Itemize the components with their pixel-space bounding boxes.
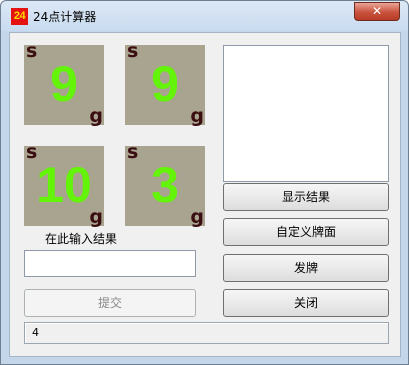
card-4: s 3 g xyxy=(125,141,205,228)
window-title: 24点计算器 xyxy=(33,10,97,24)
card-corner: g xyxy=(89,105,103,127)
deal-button[interactable]: 发牌 xyxy=(223,254,389,282)
card-corner: g xyxy=(89,206,103,228)
show-result-button[interactable]: 显示结果 xyxy=(223,183,389,211)
card-rank: 9 xyxy=(151,56,179,112)
status-text: 4 xyxy=(32,326,39,339)
submit-button[interactable]: 提交 xyxy=(24,289,196,317)
custom-cards-button[interactable]: 自定义牌面 xyxy=(223,218,389,246)
client-area: s 9 g s 9 g s 10 g s 3 g 显示结果 自定义牌面 发牌 在… xyxy=(9,32,401,357)
app-window: 24 24点计算器 ✕ s 9 g s 9 g s 10 g s 3 g 显示结… xyxy=(0,0,409,365)
card-rank: 3 xyxy=(151,157,179,213)
answer-input[interactable] xyxy=(24,250,196,277)
card-2: s 9 g xyxy=(125,40,205,127)
result-display xyxy=(223,45,389,182)
answer-input-label: 在此输入结果 xyxy=(45,232,118,246)
close-icon: ✕ xyxy=(371,4,383,18)
close-button[interactable]: 关闭 xyxy=(223,289,389,317)
title-bar[interactable]: 24 24点计算器 ✕ xyxy=(1,1,408,31)
card-rank: 10 xyxy=(36,157,92,213)
app-icon: 24 xyxy=(11,8,28,25)
status-bar: 4 xyxy=(24,322,389,344)
card-1: s 9 g xyxy=(24,40,104,127)
card-corner: g xyxy=(190,105,204,127)
card-3: s 10 g xyxy=(24,141,104,228)
window-close-button[interactable]: ✕ xyxy=(354,2,400,21)
card-corner: g xyxy=(190,206,204,228)
card-rank: 9 xyxy=(50,56,78,112)
